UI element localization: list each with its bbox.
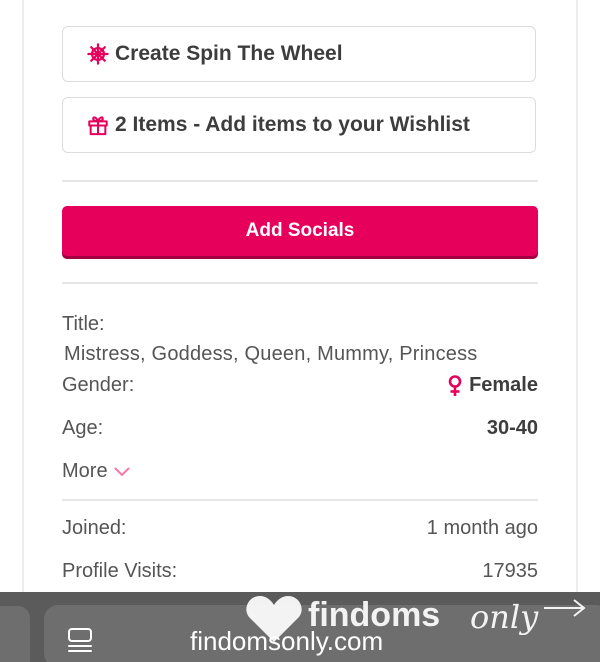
reader-menu-icon[interactable] xyxy=(66,626,94,654)
findomsonly-logo-watermark: findoms only xyxy=(244,588,594,646)
profile-page: Create Spin The Wheel 2 Items - Add item… xyxy=(0,0,600,662)
card-border-right xyxy=(576,0,578,600)
joined-label: Joined: xyxy=(62,517,127,539)
gift-icon xyxy=(87,114,109,136)
card-border-left xyxy=(22,0,24,600)
more-toggle[interactable]: More xyxy=(62,460,130,483)
profile-visits-value: 17935 xyxy=(482,560,538,582)
joined-value: 1 month ago xyxy=(426,517,538,539)
chevron-down-icon xyxy=(114,467,130,477)
gender-value-wrap: Female xyxy=(447,374,538,397)
gender-value: Female xyxy=(469,374,538,396)
title-value: Mistress, Goddess, Queen, Mummy, Princes… xyxy=(64,343,478,365)
spin-wheel-label: Create Spin The Wheel xyxy=(115,42,343,65)
wishlist-button[interactable]: 2 Items - Add items to your Wishlist xyxy=(62,97,536,153)
logo-script: only xyxy=(470,598,539,636)
age-label: Age: xyxy=(62,417,104,439)
wishlist-label: 2 Items - Add items to your Wishlist xyxy=(115,113,470,136)
ship-wheel-icon xyxy=(87,43,109,65)
age-value: 30-40 xyxy=(486,417,538,439)
divider xyxy=(62,282,538,284)
female-symbol-icon xyxy=(447,374,463,397)
previous-tab[interactable] xyxy=(0,606,30,662)
create-spin-wheel-button[interactable]: Create Spin The Wheel xyxy=(62,26,536,82)
title-label: Title: xyxy=(62,313,105,335)
logo-text: findoms xyxy=(308,596,440,634)
divider xyxy=(62,499,538,501)
gender-label: Gender: xyxy=(62,374,135,396)
more-label: More xyxy=(62,460,108,482)
add-socials-button[interactable]: Add Socials xyxy=(62,206,538,256)
divider xyxy=(62,180,538,182)
profile-visits-label: Profile Visits: xyxy=(62,560,178,582)
